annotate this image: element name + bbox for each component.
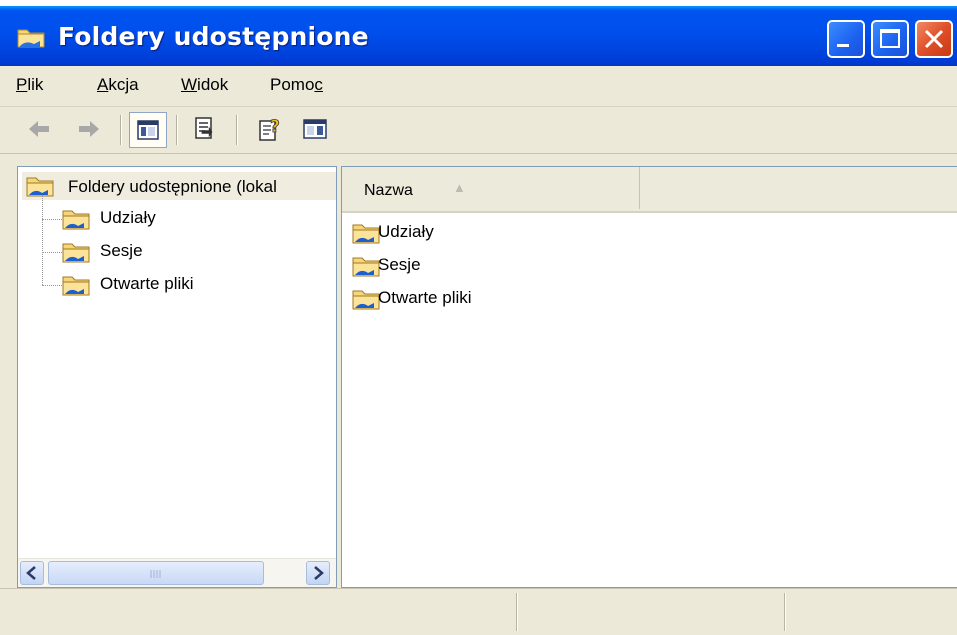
- shared-folder-icon: [26, 177, 54, 197]
- shared-folder-icon: [352, 290, 380, 310]
- list-item-label: Otwarte pliki: [378, 288, 472, 307]
- menu-plik-accel: P: [16, 75, 28, 94]
- column-header: Nazwa ▲: [342, 167, 957, 213]
- shared-folder-icon: [62, 276, 90, 296]
- toolbar-separator: [236, 115, 238, 145]
- menu-plik[interactable]: Plik: [16, 75, 43, 95]
- show-hide-tree-button[interactable]: [129, 112, 167, 148]
- scroll-right-button[interactable]: [306, 561, 330, 585]
- tree-connector: [42, 195, 43, 285]
- close-icon: [924, 29, 944, 49]
- minimize-icon: [837, 44, 849, 47]
- menu-pomoc-accel: c: [314, 75, 323, 94]
- forward-icon[interactable]: [76, 116, 102, 142]
- menu-bar: Plik Akcja Widok Pomoc: [0, 66, 957, 107]
- menu-widok-accel: W: [181, 75, 198, 94]
- title-bar[interactable]: Foldery udostępnione: [0, 6, 957, 66]
- tree-connector: [42, 285, 64, 286]
- left-margin: [0, 166, 17, 588]
- list-item-label: Sesje: [378, 255, 421, 274]
- column-header-empty: [640, 167, 957, 209]
- tree-connector: [42, 219, 64, 220]
- menu-widok[interactable]: Widok: [181, 75, 228, 95]
- show-hide-action-pane-icon[interactable]: [302, 116, 328, 142]
- chevron-right-icon: [314, 566, 324, 580]
- status-bar-separator: [516, 593, 518, 631]
- tree-connector: [42, 252, 64, 253]
- svg-text:?: ?: [270, 117, 280, 137]
- close-button[interactable]: [915, 20, 953, 58]
- show-hide-tree-icon: [137, 120, 159, 140]
- status-bar: [0, 588, 957, 635]
- scrollbar-thumb[interactable]: [48, 561, 264, 585]
- menu-akcja-label: kcja: [108, 75, 139, 94]
- toolbar-separator: [176, 115, 178, 145]
- status-bar-separator: [784, 593, 786, 631]
- tree-root-node[interactable]: Foldery udostępnione (lokal: [22, 172, 336, 200]
- tree-root-label: Foldery udostępnione (lokal: [68, 177, 277, 196]
- toolbar: ?: [0, 107, 957, 154]
- menu-widok-label: idok: [197, 75, 229, 94]
- maximize-icon: [880, 29, 900, 48]
- menu-pomoc[interactable]: Pomoc: [270, 75, 323, 95]
- back-icon[interactable]: [26, 116, 52, 142]
- sort-ascending-icon: ▲: [453, 180, 466, 195]
- shared-folder-icon: [352, 224, 380, 244]
- menu-pomoc-label: Pomo: [270, 75, 315, 94]
- horizontal-scrollbar[interactable]: [18, 558, 336, 587]
- menu-akcja[interactable]: Akcja: [97, 75, 139, 95]
- list-pane[interactable]: Nazwa ▲ Udziały Sesje Otwarte pliki: [341, 166, 957, 588]
- shared-folder-icon: [62, 243, 90, 263]
- maximize-button[interactable]: [871, 20, 909, 58]
- column-name-label: Nazwa: [364, 182, 413, 199]
- shared-folder-icon: [17, 29, 45, 48]
- shared-folder-icon: [62, 210, 90, 230]
- menu-akcja-accel: A: [97, 75, 109, 94]
- grip-icon: [150, 570, 161, 578]
- toolbar-separator: [120, 115, 122, 145]
- menu-plik-label: lik: [27, 75, 44, 94]
- help-icon[interactable]: ?: [258, 116, 284, 142]
- column-header-name[interactable]: Nazwa ▲: [342, 167, 640, 209]
- list-item-label: Udziały: [378, 222, 434, 241]
- tree-item-label: Otwarte pliki: [100, 274, 194, 293]
- minimize-button[interactable]: [827, 20, 865, 58]
- tree-item-label: Sesje: [100, 241, 143, 260]
- export-list-icon[interactable]: [192, 116, 218, 142]
- chevron-left-icon: [26, 566, 36, 580]
- tree-pane[interactable]: Foldery udostępnione (lokal Udziały Sesj…: [17, 166, 337, 588]
- scroll-left-button[interactable]: [20, 561, 44, 585]
- shared-folder-icon: [352, 257, 380, 277]
- tree-item-label: Udziały: [100, 208, 156, 227]
- window-title: Foldery udostępnione: [58, 22, 369, 51]
